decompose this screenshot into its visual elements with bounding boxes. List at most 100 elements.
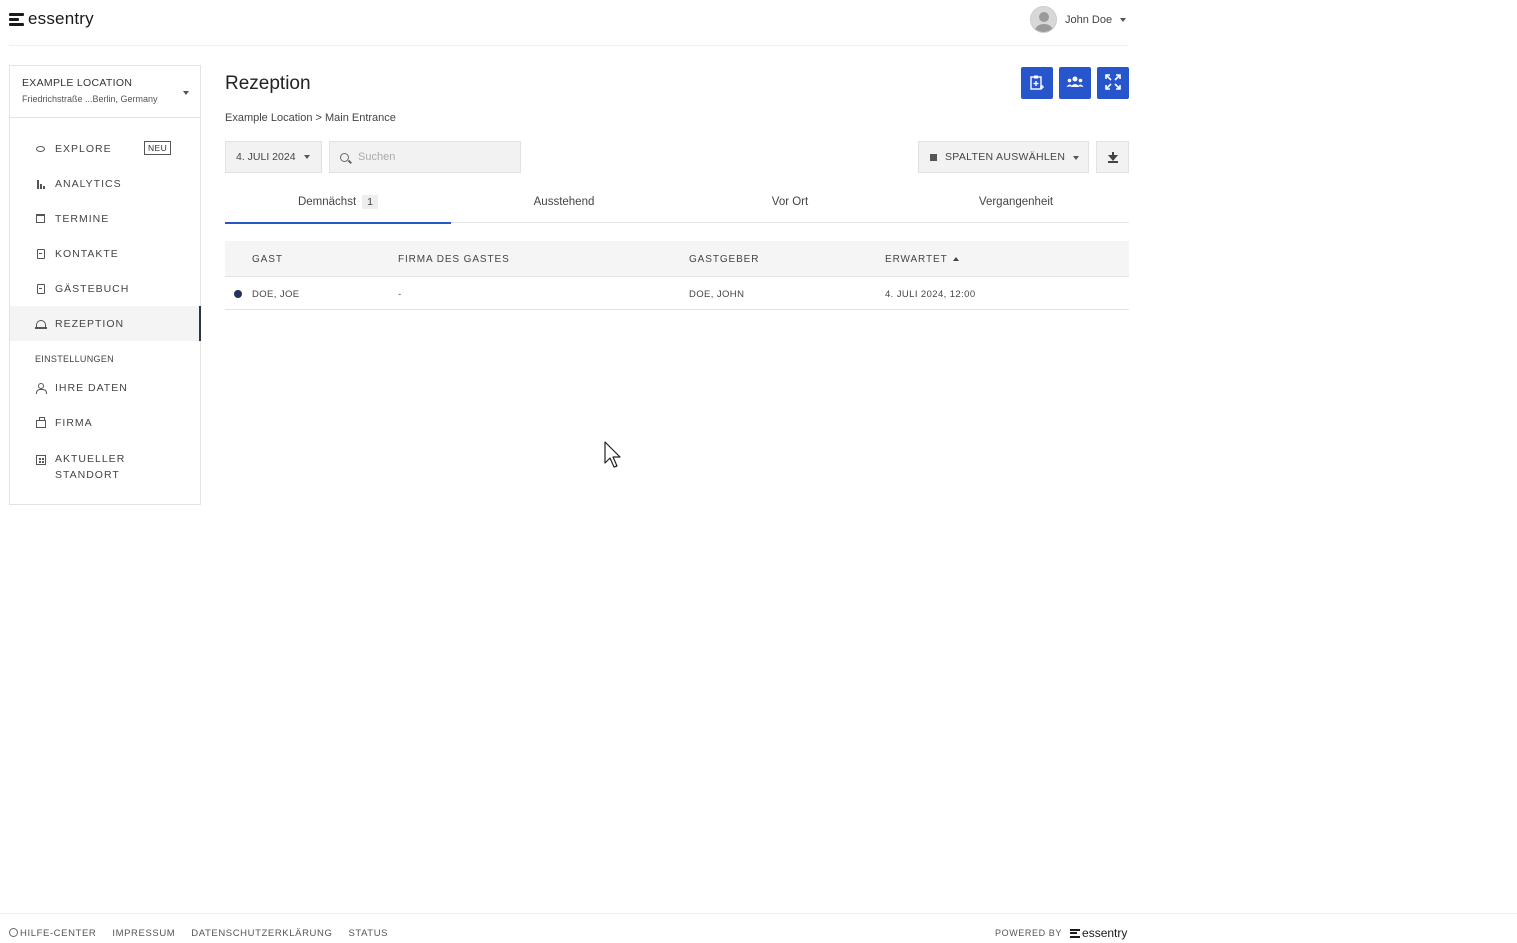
user-icon <box>35 382 47 394</box>
search-input[interactable] <box>358 151 508 163</box>
sidebar-item-label: AKTUELLER STANDORT <box>55 451 125 483</box>
breadcrumb: Example Location > Main Entrance <box>225 112 396 124</box>
columns-select-label[interactable]: SPALTEN AUSWÄHLEN <box>945 151 1065 163</box>
location-address[interactable]: Friedrichstraße ...Berlin, Germany <box>22 94 188 104</box>
avatar[interactable] <box>1030 6 1057 33</box>
group-button[interactable] <box>1059 67 1091 99</box>
column-header-erwartet-label[interactable]: ERWARTET <box>885 254 948 265</box>
columns-select[interactable]: SPALTEN AUSWÄHLEN <box>918 141 1089 173</box>
filter-toolbar: 4. JULI 2024 SPALTEN AUSWÄHLEN <box>225 141 1129 173</box>
brand-name: essentry <box>28 9 94 28</box>
sidebar-item-label: IHRE DATEN <box>55 381 128 394</box>
sidebar-item-label-line2: STANDORT <box>55 469 120 481</box>
bar-chart-icon <box>35 178 46 189</box>
visit-tabs: Demnächst 1 Ausstehend Vor Ort Vergangen… <box>225 195 1129 224</box>
cell-guest: DOE, JOE <box>252 289 300 300</box>
tab-vor-ort[interactable]: Vor Ort <box>677 196 903 223</box>
visits-table: GAST FIRMA DES GASTES GASTGEBER ERWARTET… <box>225 241 1129 310</box>
cell-host: DOE, JOHN <box>689 289 745 300</box>
powered-by-label: POWERED BY <box>995 928 1063 938</box>
essentry-footer-logo[interactable]: essentry <box>1070 926 1127 940</box>
location-selector[interactable]: EXAMPLE LOCATION Friedrichstraße ...Berl… <box>10 66 200 118</box>
chevron-down-icon[interactable] <box>183 91 189 95</box>
page-title: Rezeption <box>225 73 311 94</box>
essentry-logo[interactable]: essentry <box>9 9 94 29</box>
eye-icon <box>35 143 46 154</box>
sidebar-item-gaestebuch[interactable]: GÄSTEBUCH <box>10 271 200 306</box>
briefcase-icon <box>35 416 46 428</box>
people-group-icon <box>1066 76 1084 90</box>
column-header-firma[interactable]: FIRMA DES GASTES <box>398 254 510 265</box>
tab-vergangenheit[interactable]: Vergangenheit <box>903 196 1129 223</box>
sidebar-item-label: TERMINE <box>55 212 110 225</box>
essentry-logo-mark-icon <box>9 12 24 26</box>
sidebar-item-label: GÄSTEBUCH <box>55 282 130 295</box>
footer-link-datenschutz[interactable]: DATENSCHUTZERKLÄRUNG <box>191 928 332 939</box>
new-badge: NEU <box>144 141 172 155</box>
column-header-gastgeber[interactable]: GASTGEBER <box>689 254 759 265</box>
table-row[interactable]: DOE, JOE - DOE, JOHN 4. JULI 2024, 12:00 <box>225 277 1129 310</box>
contacts-icon <box>35 248 46 259</box>
footer-brand: essentry <box>1082 926 1128 940</box>
count-badge: 1 <box>362 195 378 209</box>
download-icon <box>1107 151 1118 163</box>
search-icon <box>340 152 349 162</box>
sidebar-item-analytics[interactable]: ANALYTICS <box>10 166 200 201</box>
sidebar-item-label: ANALYTICS <box>55 177 122 190</box>
tab-ausstehend[interactable]: Ausstehend <box>451 196 677 223</box>
header-actions <box>1021 67 1129 99</box>
footer-link-label[interactable]: HILFE-CENTER <box>20 928 96 939</box>
tab-demnaechst[interactable]: Demnächst 1 <box>225 195 451 224</box>
date-filter-select[interactable]: 4. JULI 2024 <box>225 141 322 173</box>
sidebar-item-explore[interactable]: EXPLORE NEU <box>10 131 200 166</box>
sidebar: EXAMPLE LOCATION Friedrichstraße ...Berl… <box>9 65 201 505</box>
sidebar-item-aktueller-standort[interactable]: AKTUELLER STANDORT <box>10 440 200 490</box>
cell-expected: 4. JULI 2024, 12:00 <box>885 289 976 300</box>
tab-label[interactable]: Ausstehend <box>534 196 595 208</box>
sidebar-item-label: FIRMA <box>55 416 93 429</box>
footer-link-impressum[interactable]: IMPRESSUM <box>112 928 175 939</box>
guestbook-icon <box>35 283 46 294</box>
essentry-logo-mark-icon <box>1070 928 1081 938</box>
sidebar-item-label: EXPLORE <box>55 142 112 155</box>
chevron-down-icon[interactable] <box>1120 17 1127 22</box>
search-box[interactable] <box>329 141 521 173</box>
sidebar-item-termine[interactable]: TERMINE <box>10 201 200 236</box>
reception-bell-icon <box>34 318 47 329</box>
status-dot <box>234 290 242 298</box>
header-divider <box>9 45 1129 46</box>
add-visit-button[interactable] <box>1021 67 1053 99</box>
main-nav: EXPLORE NEU ANALYTICS TERMINE KONTAKTE G… <box>10 118 201 490</box>
sidebar-item-rezeption[interactable]: REZEPTION <box>10 306 201 341</box>
user-menu[interactable]: John Doe <box>1030 6 1127 33</box>
settings-section-label: EINSTELLUNGEN <box>35 354 114 364</box>
column-header-erwartet[interactable]: ERWARTET <box>885 254 959 265</box>
tab-label[interactable]: Vor Ort <box>772 196 808 208</box>
top-header: essentry John Doe <box>0 0 1517 46</box>
expand-icon <box>1105 74 1121 92</box>
footer-link-help-center[interactable]: HILFE-CENTER <box>9 928 96 939</box>
sort-ascending-icon[interactable] <box>952 257 959 262</box>
mouse-cursor-icon <box>604 441 621 468</box>
fullscreen-button[interactable] <box>1097 67 1129 99</box>
user-name[interactable]: John Doe <box>1065 14 1112 26</box>
chevron-down-icon[interactable] <box>303 155 310 159</box>
chevron-down-icon[interactable] <box>1073 156 1079 160</box>
sidebar-item-ihre-daten[interactable]: IHRE DATEN <box>10 370 200 405</box>
columns-icon <box>930 153 937 161</box>
clipboard-plus-icon <box>1030 75 1044 92</box>
column-header-gast[interactable]: GAST <box>252 254 283 265</box>
date-filter-value[interactable]: 4. JULI 2024 <box>236 151 296 163</box>
tab-label[interactable]: Demnächst <box>298 196 356 208</box>
sidebar-item-kontakte[interactable]: KONTAKTE <box>10 236 200 271</box>
footer-link-status[interactable]: STATUS <box>348 928 388 939</box>
download-button[interactable] <box>1096 141 1129 173</box>
footer-links: HILFE-CENTER IMPRESSUM DATENSCHUTZERKLÄR… <box>9 928 388 939</box>
location-name[interactable]: EXAMPLE LOCATION <box>22 77 188 89</box>
table-header: GAST FIRMA DES GASTES GASTGEBER ERWARTET <box>225 241 1129 277</box>
sidebar-item-label: REZEPTION <box>55 317 125 330</box>
sidebar-item-firma[interactable]: FIRMA <box>10 405 200 440</box>
globe-icon <box>9 928 18 937</box>
powered-by: POWERED BY essentry <box>995 926 1127 940</box>
tab-label[interactable]: Vergangenheit <box>979 196 1053 208</box>
